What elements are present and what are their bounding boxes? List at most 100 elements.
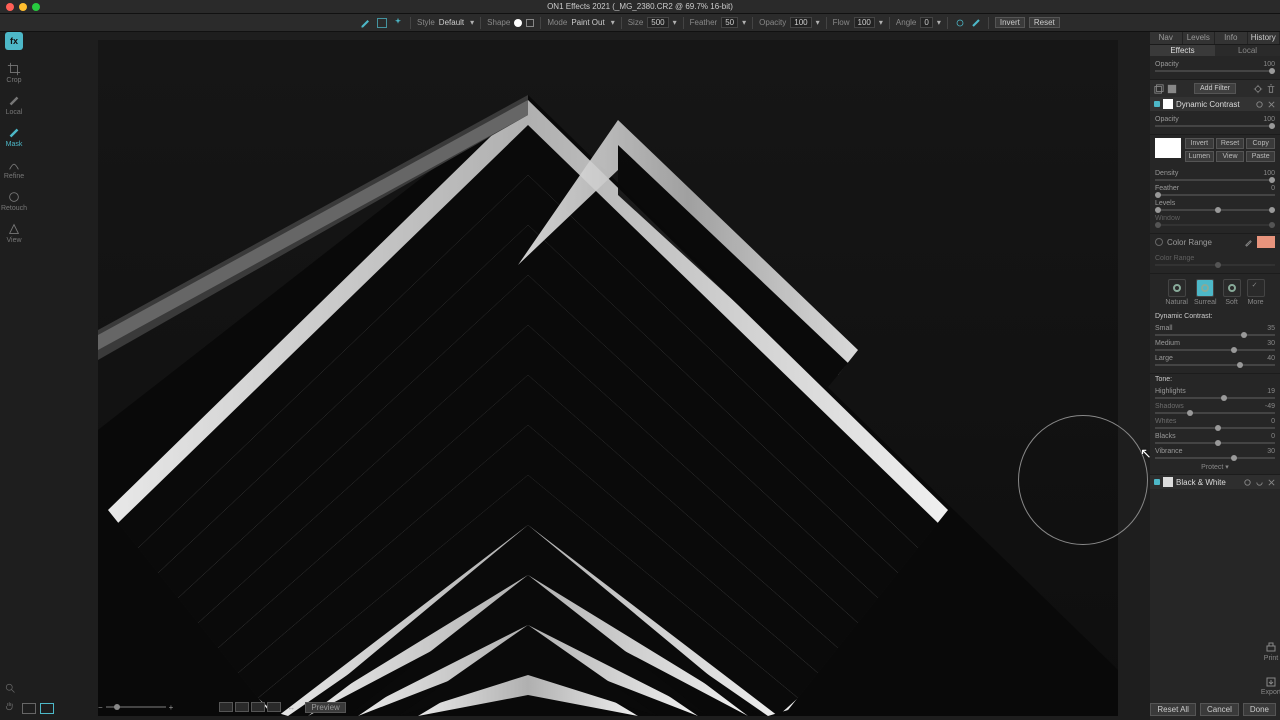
single-view-icon[interactable] xyxy=(22,703,36,714)
tab-levels[interactable]: Levels xyxy=(1183,32,1216,44)
edit-tab[interactable]: Edit xyxy=(1264,0,1276,1)
vibrance-slider[interactable] xyxy=(1155,457,1275,459)
invert-button[interactable]: Invert xyxy=(995,17,1025,28)
view-a-icon[interactable] xyxy=(219,702,233,712)
zoom-out-icon[interactable]: − xyxy=(98,703,103,712)
split-view-icon[interactable] xyxy=(40,703,54,714)
filter-dynamic-contrast-header[interactable]: Dynamic Contrast xyxy=(1150,97,1280,111)
wand-tool-icon[interactable] xyxy=(392,17,404,29)
tone-header: Tone: xyxy=(1150,374,1280,383)
footer-buttons: Reset All Cancel Done xyxy=(1150,703,1276,716)
maximize-window-icon[interactable] xyxy=(32,3,40,11)
export-button[interactable]: Export xyxy=(1261,676,1280,696)
filter-bw-header[interactable]: Black & White xyxy=(1150,475,1280,489)
shape-square-icon[interactable] xyxy=(526,19,534,27)
view-split-icon[interactable] xyxy=(251,702,265,712)
brush-tool-icon[interactable] xyxy=(360,17,372,29)
settings-icon[interactable] xyxy=(954,17,966,29)
tab-info[interactable]: Info xyxy=(1215,32,1248,44)
feather-input[interactable]: 50 xyxy=(721,17,738,28)
gradient-tool-icon[interactable] xyxy=(376,17,388,29)
small-label: Small xyxy=(1155,325,1173,332)
app-logo[interactable]: fx xyxy=(5,32,23,50)
layer-icon[interactable] xyxy=(1154,84,1164,94)
medium-slider[interactable] xyxy=(1155,349,1275,351)
small-slider[interactable] xyxy=(1155,334,1275,336)
mask-icon[interactable] xyxy=(1167,84,1177,94)
cancel-button[interactable]: Cancel xyxy=(1200,703,1239,716)
mask-lumen-button[interactable]: Lumen xyxy=(1185,151,1214,162)
mask-preview-thumb[interactable] xyxy=(1155,138,1181,158)
style-value[interactable]: Default xyxy=(439,18,464,27)
zoom-slider[interactable]: − + xyxy=(98,703,173,712)
highlights-slider[interactable] xyxy=(1155,397,1275,399)
eyedropper-icon[interactable] xyxy=(1244,238,1253,247)
reset-button[interactable]: Reset xyxy=(1029,17,1060,28)
print-button[interactable]: Print xyxy=(1264,642,1278,662)
right-panel: Nav Levels Info History ↗ Effects Local … xyxy=(1150,32,1280,720)
master-opacity-slider[interactable] xyxy=(1155,70,1275,72)
large-slider[interactable] xyxy=(1155,364,1275,366)
retouch-tool[interactable]: Retouch xyxy=(3,188,25,214)
minimize-window-icon[interactable] xyxy=(19,3,27,11)
crop-tool[interactable]: Crop xyxy=(3,60,25,86)
search-icon[interactable] xyxy=(4,682,16,694)
filter2-toggle-icon[interactable] xyxy=(1154,479,1160,485)
image-canvas[interactable] xyxy=(98,40,1118,716)
levels-slider[interactable] xyxy=(1155,209,1275,211)
angle-input[interactable]: 0 xyxy=(920,17,932,28)
mask-tool[interactable]: Mask xyxy=(3,124,25,150)
tab-nav[interactable]: Nav xyxy=(1150,32,1183,44)
mask-invert-button[interactable]: Invert xyxy=(1185,138,1214,149)
filter2-reset-icon[interactable] xyxy=(1243,478,1252,487)
filter2-mask-thumb[interactable] xyxy=(1163,477,1173,487)
mode-value[interactable]: Paint Out xyxy=(571,18,604,27)
density-slider[interactable] xyxy=(1155,179,1275,181)
preset-soft[interactable]: Soft xyxy=(1223,279,1241,306)
preview-button[interactable]: Preview xyxy=(305,702,345,713)
right-edge-bar: Print Export xyxy=(1262,32,1280,696)
building-image xyxy=(98,40,1118,716)
zoom-in-icon[interactable]: + xyxy=(169,703,174,712)
compare-arrow-icon[interactable]: ↔ xyxy=(287,703,295,712)
reset-all-button[interactable]: Reset All xyxy=(1150,703,1196,716)
tab-effects[interactable]: Effects xyxy=(1150,45,1215,56)
style-label: Style xyxy=(417,18,435,27)
mask-view-button[interactable]: View xyxy=(1216,151,1245,162)
flow-input[interactable]: 100 xyxy=(854,17,875,28)
local-tool[interactable]: Local xyxy=(3,92,25,118)
view-tool[interactable]: View xyxy=(3,220,25,246)
add-filter-button[interactable]: Add Filter xyxy=(1194,83,1236,94)
refine-tool[interactable]: Refine xyxy=(3,156,25,182)
top-tabs: Nav Levels Info History ↗ xyxy=(1150,32,1280,44)
filter-toggle-icon[interactable] xyxy=(1154,101,1160,107)
shape-round-icon[interactable] xyxy=(514,19,522,27)
preset-natural[interactable]: Natural xyxy=(1165,279,1188,306)
view-b-icon[interactable] xyxy=(235,702,249,712)
preset-surreal[interactable]: Surreal xyxy=(1194,279,1217,306)
color-range-slider xyxy=(1155,264,1275,266)
shadows-slider[interactable] xyxy=(1155,412,1275,414)
mask-reset-button[interactable]: Reset xyxy=(1216,138,1245,149)
color-range-checkbox[interactable] xyxy=(1155,238,1163,246)
opacity-input[interactable]: 100 xyxy=(790,17,811,28)
close-window-icon[interactable] xyxy=(6,3,14,11)
tablet-icon[interactable] xyxy=(970,17,982,29)
view-quad-icon[interactable] xyxy=(267,702,281,712)
flow-label: Flow xyxy=(833,18,850,27)
vibrance-label: Vibrance xyxy=(1155,448,1183,455)
compare-switch[interactable] xyxy=(219,702,281,712)
filter-mask-thumb[interactable] xyxy=(1163,99,1173,109)
protect-label: Protect xyxy=(1201,464,1223,471)
whites-slider[interactable] xyxy=(1155,427,1275,429)
options-bar: Style Default▾ Shape Mode Paint Out▾ Siz… xyxy=(0,14,1280,32)
mask-feather-slider[interactable] xyxy=(1155,194,1275,196)
preset-buttons: Natural Surreal Soft More xyxy=(1150,274,1280,311)
window-slider xyxy=(1155,224,1275,226)
blacks-slider[interactable] xyxy=(1155,442,1275,444)
done-button[interactable]: Done xyxy=(1243,703,1276,716)
hand-icon[interactable] xyxy=(4,700,16,712)
filter-opacity-slider[interactable] xyxy=(1155,125,1275,127)
mode-tabs: Effects Local xyxy=(1150,44,1280,56)
size-input[interactable]: 500 xyxy=(647,17,668,28)
